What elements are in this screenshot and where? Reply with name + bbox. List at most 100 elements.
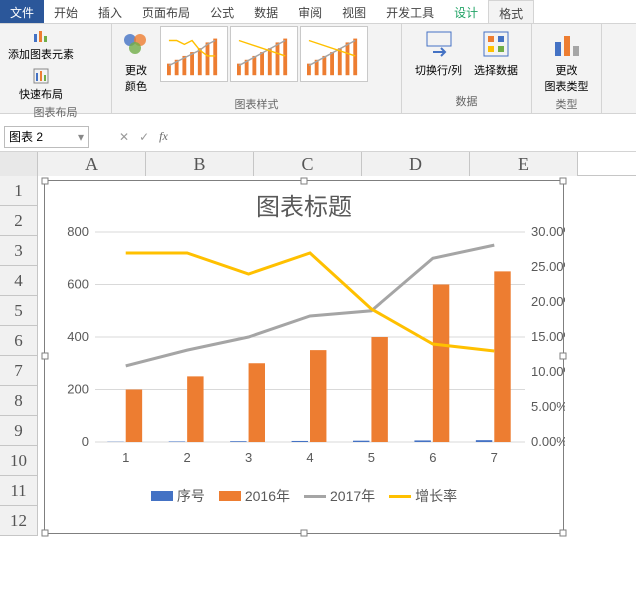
switch-rowcol-icon xyxy=(423,28,455,60)
row-header[interactable]: 3 xyxy=(0,236,38,266)
svg-text:800: 800 xyxy=(67,224,89,239)
legend-swatch xyxy=(151,491,173,501)
ribbon-tabs: 文件 开始 插入 页面布局 公式 数据 审阅 视图 开发工具 设计 格式 xyxy=(0,0,636,24)
quick-layout-icon xyxy=(33,68,49,84)
svg-text:5.00%: 5.00% xyxy=(531,399,565,414)
legend-swatch xyxy=(304,495,326,498)
change-chart-type-button[interactable]: 更改 图表类型 xyxy=(541,26,593,96)
tab-formula[interactable]: 公式 xyxy=(200,0,244,23)
svg-text:400: 400 xyxy=(67,329,89,344)
tab-page-layout[interactable]: 页面布局 xyxy=(132,0,200,23)
switch-row-col-button[interactable]: 切换行/列 xyxy=(411,26,466,80)
svg-text:0: 0 xyxy=(82,434,89,449)
legend-item[interactable]: 2017年 xyxy=(304,486,375,506)
chart-style-2[interactable] xyxy=(230,26,298,82)
svg-text:5: 5 xyxy=(368,450,375,465)
name-box[interactable]: 图表 2 ▾ xyxy=(4,126,89,148)
tab-insert[interactable]: 插入 xyxy=(88,0,132,23)
col-header[interactable]: A xyxy=(38,152,146,176)
add-element-label: 添加图表元素 xyxy=(8,46,74,62)
svg-text:7: 7 xyxy=(491,450,498,465)
add-element-icon xyxy=(33,28,49,44)
tab-design[interactable]: 设计 xyxy=(444,0,488,23)
cancel-icon[interactable]: ✕ xyxy=(119,130,129,144)
svg-text:2: 2 xyxy=(184,450,191,465)
row-header[interactable]: 9 xyxy=(0,416,38,446)
change-colors-icon xyxy=(120,28,152,60)
confirm-icon[interactable]: ✓ xyxy=(139,130,149,144)
column-headers[interactable]: ABCDE xyxy=(0,152,636,176)
embedded-chart[interactable]: 图表标题 0 200 400 600 800 0.00% 5.00% 10.00% 15.00%… xyxy=(44,180,564,534)
chevron-down-icon[interactable]: ▾ xyxy=(78,130,84,144)
change-type-label: 更改 图表类型 xyxy=(545,62,589,94)
cells-area[interactable]: 图表标题 0 200 400 600 800 0.00% 5.00% 10.00% 15.00%… xyxy=(38,176,636,549)
row-header[interactable]: 11 xyxy=(0,476,38,506)
group-label-styles: 图表样式 xyxy=(116,96,397,114)
legend-label: 增长率 xyxy=(415,486,457,506)
col-header[interactable]: C xyxy=(254,152,362,176)
tab-format[interactable]: 格式 xyxy=(488,0,534,23)
chart-style-1[interactable] xyxy=(160,26,228,82)
quick-layout-label: 快速布局 xyxy=(19,86,63,102)
ribbon: 添加图表元素 快速布局 图表布局 更改 颜色 xyxy=(0,24,636,114)
chart-plot-area[interactable]: 0 200 400 600 800 0.00% 5.00% 10.00% 15.00% 20.00… xyxy=(45,222,563,482)
svg-text:10.00%: 10.00% xyxy=(531,364,565,379)
svg-text:3: 3 xyxy=(245,450,252,465)
row-header[interactable]: 10 xyxy=(0,446,38,476)
row-header[interactable]: 7 xyxy=(0,356,38,386)
tab-dev[interactable]: 开发工具 xyxy=(376,0,444,23)
col-header[interactable]: B xyxy=(146,152,254,176)
tab-start[interactable]: 开始 xyxy=(44,0,88,23)
switch-label: 切换行/列 xyxy=(415,62,462,78)
legend-swatch xyxy=(219,491,241,501)
row-header[interactable]: 12 xyxy=(0,506,38,536)
legend-label: 2017年 xyxy=(330,486,375,506)
change-colors-button[interactable]: 更改 颜色 xyxy=(116,26,156,96)
select-data-label: 选择数据 xyxy=(474,62,518,78)
select-data-button[interactable]: 选择数据 xyxy=(470,26,522,80)
change-type-icon xyxy=(551,28,583,60)
chart-style-3[interactable] xyxy=(300,26,368,82)
tab-file[interactable]: 文件 xyxy=(0,0,44,23)
spreadsheet: ABCDE 123456789101112 图表标题 0200400600800… xyxy=(0,152,636,549)
svg-text:0.00%: 0.00% xyxy=(531,434,565,449)
select-data-icon xyxy=(480,28,512,60)
legend-swatch xyxy=(389,495,411,498)
chart-legend[interactable]: 序号 2016年 2017年 增长率 xyxy=(45,482,563,506)
group-label-data: 数据 xyxy=(406,93,527,111)
quick-layout-button[interactable]: 快速布局 xyxy=(4,66,78,104)
chart-style-gallery[interactable] xyxy=(160,26,368,82)
fx-icon[interactable]: fx xyxy=(159,129,168,144)
legend-item[interactable]: 增长率 xyxy=(389,486,457,506)
legend-item[interactable]: 序号 xyxy=(151,486,205,506)
row-header[interactable]: 6 xyxy=(0,326,38,356)
group-label-layout: 图表布局 xyxy=(4,104,107,122)
legend-item[interactable]: 2016年 xyxy=(219,486,290,506)
tab-view[interactable]: 视图 xyxy=(332,0,376,23)
row-header[interactable]: 1 xyxy=(0,176,38,206)
row-header[interactable]: 2 xyxy=(0,206,38,236)
svg-text:6: 6 xyxy=(429,450,436,465)
legend-label: 2016年 xyxy=(245,486,290,506)
row-header[interactable]: 8 xyxy=(0,386,38,416)
chart-title[interactable]: 图表标题 xyxy=(45,181,563,222)
add-chart-element-button[interactable]: 添加图表元素 xyxy=(4,26,78,64)
svg-text:200: 200 xyxy=(67,382,89,397)
row-header[interactable]: 5 xyxy=(0,296,38,326)
legend-label: 序号 xyxy=(177,486,205,506)
row-headers[interactable]: 123456789101112 xyxy=(0,176,38,549)
tab-data[interactable]: 数据 xyxy=(244,0,288,23)
name-bar: 图表 2 ▾ ✕ ✓ fx xyxy=(0,122,636,152)
svg-text:15.00%: 15.00% xyxy=(531,329,565,344)
svg-text:4: 4 xyxy=(306,450,313,465)
svg-text:600: 600 xyxy=(67,277,89,292)
col-header[interactable]: E xyxy=(470,152,578,176)
row-header[interactable]: 4 xyxy=(0,266,38,296)
tab-review[interactable]: 审阅 xyxy=(288,0,332,23)
svg-text:20.00%: 20.00% xyxy=(531,294,565,309)
change-colors-label: 更改 颜色 xyxy=(125,62,147,94)
svg-text:25.00%: 25.00% xyxy=(531,259,565,274)
name-box-value: 图表 2 xyxy=(9,128,43,145)
svg-text:30.00%: 30.00% xyxy=(531,224,565,239)
col-header[interactable]: D xyxy=(362,152,470,176)
